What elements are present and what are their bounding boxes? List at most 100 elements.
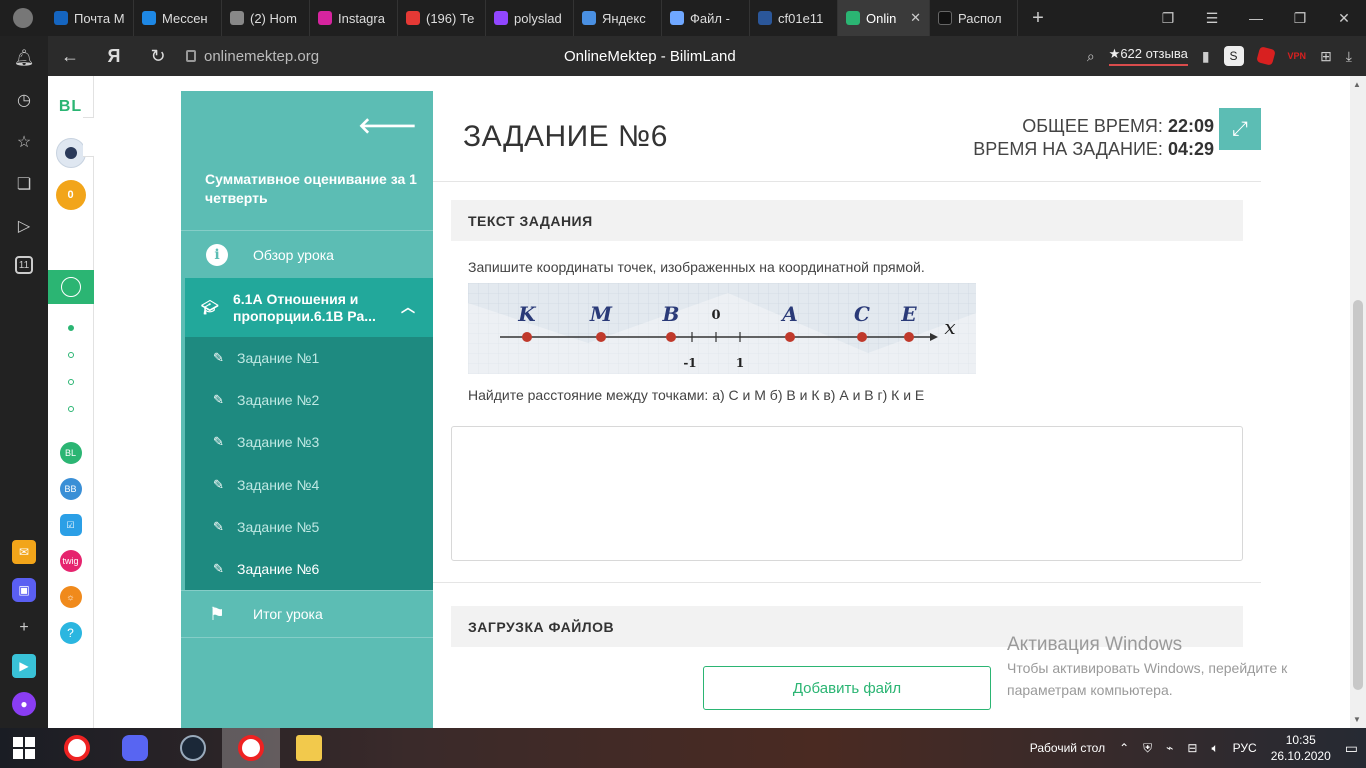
browser-side-panel: 🔔︎ ◷ ☆ ❏ ▷ 11 ✉ ▣ + ▶ ● [0,36,48,728]
minimize-icon[interactable]: — [1234,0,1278,36]
steam-taskbar-icon[interactable] [164,728,222,768]
browser-logo-icon[interactable] [0,0,46,36]
network-icon[interactable]: ⊟ [1187,741,1197,755]
youtube-icon [406,11,420,25]
yandex-y-icon[interactable]: Я [92,36,136,76]
fullscreen-icon[interactable]: ⤢ [1219,108,1261,150]
close-tab-icon[interactable]: ✕ [910,10,921,26]
help-icon[interactable]: ? [59,622,82,644]
avatar[interactable] [55,138,86,168]
roblox-extension-icon[interactable] [1255,46,1276,66]
checklist-app-icon[interactable]: ☑ [59,514,82,536]
chevron-up-icon[interactable]: ⌃ [1119,741,1129,755]
task-question: Найдите расстояние между точками: а) С и… [468,387,925,403]
task-time: 04:29 [1167,139,1214,159]
tabs-icon[interactable]: ❐ [1146,0,1190,36]
restore-icon[interactable]: ❐ [1278,0,1322,36]
bilimland-logo[interactable]: BL [59,98,82,116]
history-icon[interactable]: ◷ [12,88,36,112]
windows-taskbar: Рабочий стол ⌃ ⛨ ⌁ ⊟ 🔈︎ РУС 10:35 26.10.… [0,728,1366,768]
add-file-button[interactable]: Добавить файл [703,666,991,710]
notifications-icon[interactable]: ▭ [1345,740,1358,757]
messenger-app-icon[interactable]: ▣ [12,578,36,602]
play-icon[interactable]: ▷ [12,214,36,238]
tab-file[interactable]: Файл - [662,0,750,36]
yandex-active-taskbar-icon[interactable] [222,728,280,768]
discord-taskbar-icon[interactable] [106,728,164,768]
close-window-icon[interactable]: ✕ [1322,0,1366,36]
number-line-point [785,332,795,342]
sidebar-item-module[interactable]: 🎓︎ 6.1А Отношения и пропорции.6.1В Ра...… [185,278,433,337]
screen: Почта М Мессен (2) Hom Instagra (196) Те… [0,0,1366,768]
page-title-in-bar: OnlineMektep - BilimLand [564,47,736,65]
chevron-up-icon[interactable]: ︿ [401,299,415,316]
language-indicator[interactable]: РУС [1233,741,1257,755]
download-icon[interactable]: ⤓ [1346,48,1352,65]
sidebar-item-task-6[interactable]: ✎ Задание №6 [185,548,433,590]
alice-icon[interactable]: ● [12,692,36,716]
nav-dot-2[interactable] [67,352,74,358]
menu-icon[interactable]: ☰ [1190,0,1234,36]
yandex-browser-taskbar-icon[interactable] [48,728,106,768]
calendar-icon[interactable]: 11 [15,256,33,274]
clock[interactable]: 10:35 26.10.2020 [1271,732,1331,764]
scrollbar-thumb[interactable] [1353,300,1363,690]
tab-home[interactable]: (2) Hom [222,0,310,36]
reload-icon[interactable]: ↻ [136,36,180,76]
security-icon[interactable]: ⛨ [1143,741,1152,756]
tab-youtube[interactable]: (196) Те [398,0,486,36]
back-arrow-icon[interactable]: 🡐 [358,113,417,139]
tab-other[interactable]: Распол [930,0,1018,36]
reviews-badge[interactable]: ★622 отзыва [1108,46,1188,66]
answer-textarea[interactable] [451,426,1243,561]
tab-yandex[interactable]: Яндекс [574,0,662,36]
collections-icon[interactable]: ❏ [12,172,36,196]
desktop-label[interactable]: Рабочий стол [1030,741,1105,755]
onlinemektep-icon[interactable] [47,270,94,304]
sidebar-item-task-1[interactable]: ✎ Задание №1 [185,337,433,379]
sidebar-item-task-2[interactable]: ✎ Задание №2 [185,379,433,421]
edit-icon: ✎ [213,561,224,577]
tab-onlinemektep[interactable]: Onlin ✕ [838,0,930,36]
messenger-icon [142,11,156,25]
nav-dot-4[interactable] [67,406,74,412]
number-line-point-label: K [517,302,537,326]
tab-messenger[interactable]: Мессен [134,0,222,36]
translate-icon[interactable]: ⊞ [1320,48,1332,65]
tab-twitch[interactable]: polyslad [486,0,574,36]
video-app-icon[interactable]: ▶ [12,654,36,678]
nav-dot-1[interactable] [67,325,74,331]
s-extension-icon[interactable]: S [1223,46,1244,66]
bookmark-icon[interactable]: ▮ [1202,48,1210,65]
vpn-extension-icon[interactable]: VPN [1288,51,1307,61]
mail-app-icon[interactable]: ✉ [12,540,36,564]
scroll-down-icon[interactable]: ▼ [1353,715,1361,724]
new-tab-button[interactable]: + [1018,0,1058,36]
windows-start-icon[interactable] [0,728,48,768]
tab-instagram[interactable]: Instagra [310,0,398,36]
bilimland-app-icon[interactable]: BL [59,442,82,464]
usb-icon[interactable]: ⌁ [1166,741,1173,755]
back-arrow-icon[interactable]: ← [48,36,92,76]
sidebar-item-overview[interactable]: i Обзор урока [181,230,433,278]
star-icon[interactable]: ☆ [12,130,36,154]
bilimbook-app-icon[interactable]: BB [59,478,82,500]
tab-word[interactable]: cf01e11 [750,0,838,36]
sidebar-item-task-3[interactable]: ✎ Задание №3 [185,421,433,463]
search-icon[interactable]: ⌕ [1087,48,1095,65]
scroll-up-icon[interactable]: ▲ [1353,80,1361,89]
imagine-app-icon[interactable]: ☼ [59,586,82,608]
sidebar-item-task-5[interactable]: ✎ Задание №5 [185,506,433,548]
file-explorer-taskbar-icon[interactable] [280,728,338,768]
sidebar-item-task-4[interactable]: ✎ Задание №4 [185,464,433,506]
twig-app-icon[interactable]: twig [59,550,82,572]
sidebar-item-summary[interactable]: ⚑ Итог урока [181,590,433,638]
add-icon[interactable]: + [12,616,36,640]
bell-icon[interactable]: 🔔︎ [12,46,36,70]
coin-badge[interactable]: 0 [55,180,86,210]
number-line-point [522,332,532,342]
volume-icon[interactable]: 🔈︎ [1211,741,1218,756]
page-scrollbar[interactable]: ▲ ▼ [1350,76,1366,728]
tab-mail[interactable]: Почта М [46,0,134,36]
nav-dot-3[interactable] [67,379,74,385]
